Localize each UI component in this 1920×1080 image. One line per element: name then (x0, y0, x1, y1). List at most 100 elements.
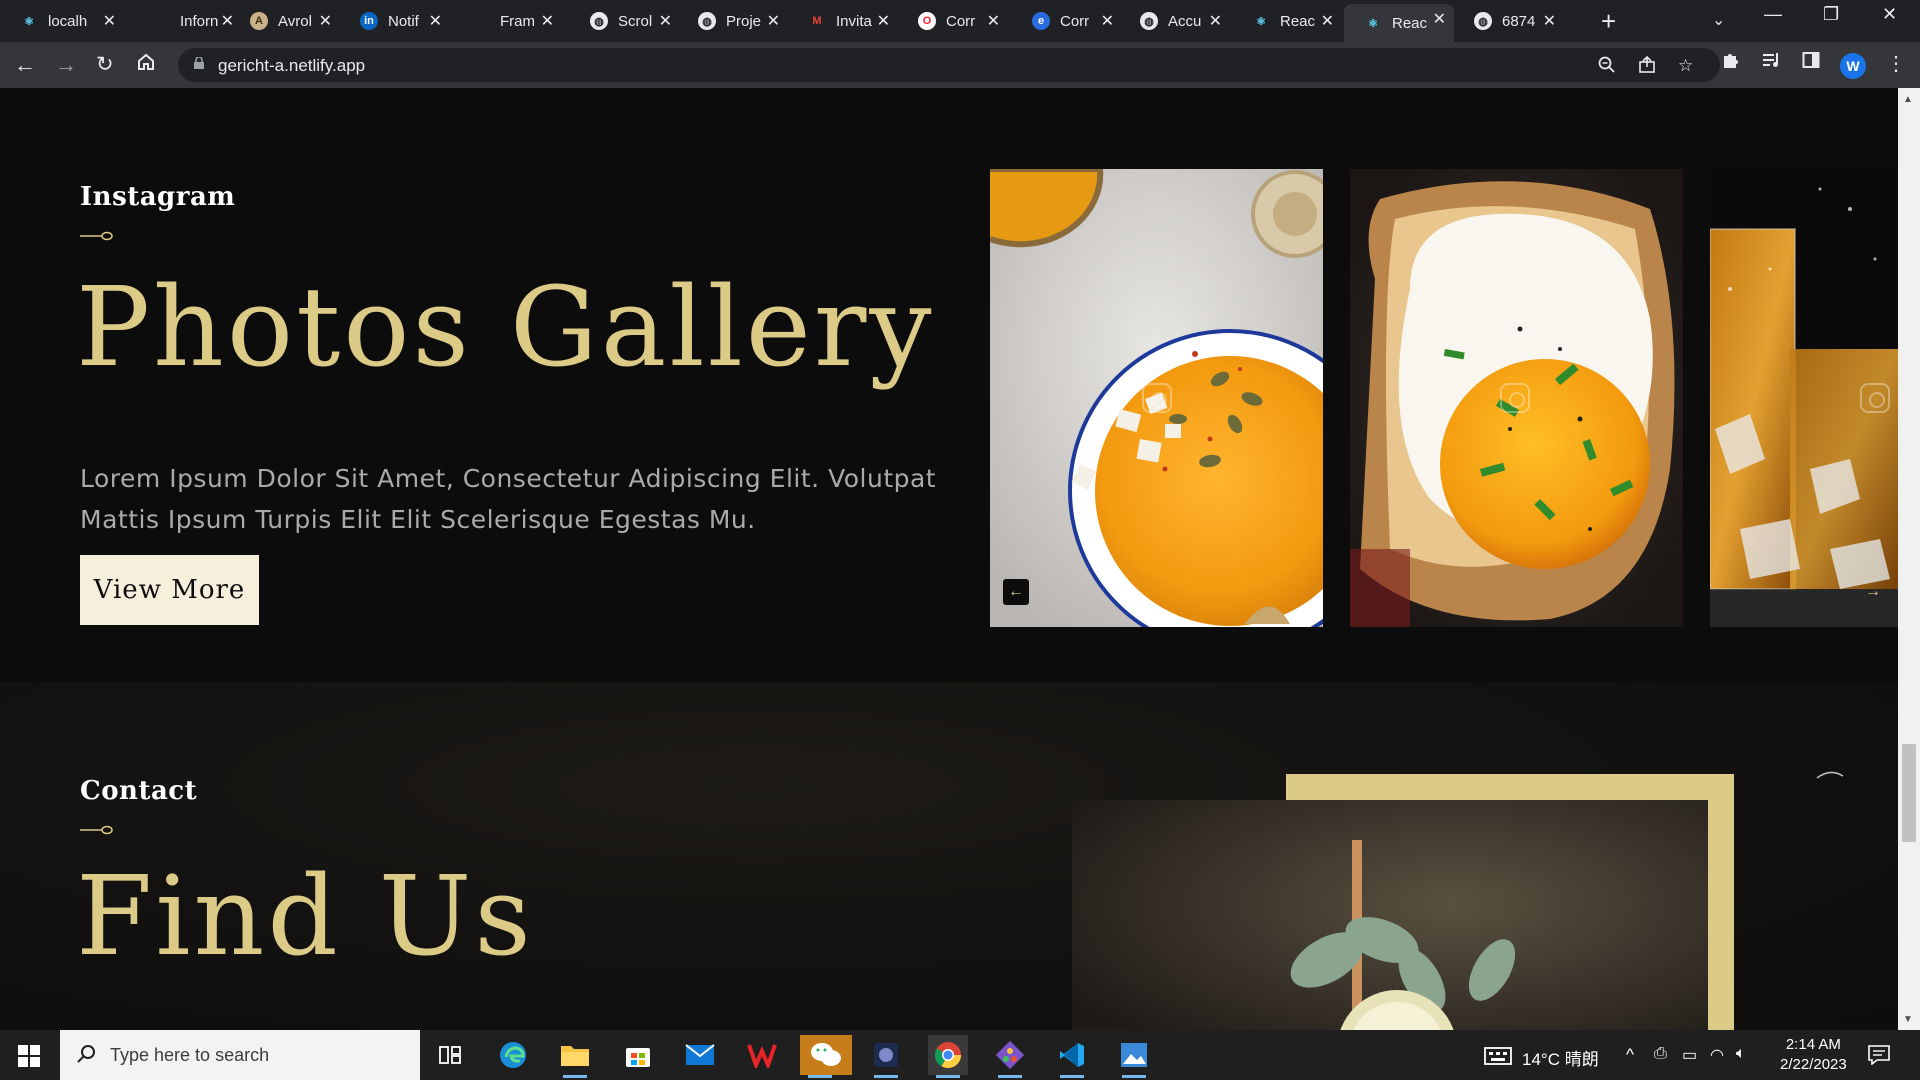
browser-tab[interactable]: Fram ✕ (452, 6, 562, 36)
arrow-right-icon[interactable]: → (1860, 579, 1886, 605)
close-tab-icon[interactable]: ✕ (429, 11, 442, 31)
windows-taskbar: Type here to search 14°C 晴朗 ^ ⎙ ▭ ◠ 🔈︎ 2… (0, 1030, 1920, 1080)
back-arrow-icon[interactable]: ← (14, 52, 36, 78)
gallery-photo-whisky[interactable]: → (1710, 169, 1898, 627)
share-icon[interactable] (1638, 55, 1656, 79)
tab-search-chevron-icon[interactable]: ⌄ (1712, 10, 1725, 30)
kebab-menu-icon[interactable]: ⋮ (1886, 51, 1906, 76)
browser-tab[interactable]: ◍ 6874 ✕ (1454, 6, 1564, 36)
tab-title: Reac (1392, 14, 1428, 32)
profile-avatar[interactable]: W (1840, 53, 1866, 79)
decor-swirl-icon (1816, 771, 1844, 779)
gallery-photo-egg[interactable] (1350, 169, 1683, 627)
scrollbar-thumb[interactable] (1902, 744, 1916, 842)
tab-title: Accu (1168, 12, 1202, 30)
keyboard-icon[interactable] (1484, 1047, 1512, 1065)
device-icon[interactable]: ⎙ (1654, 1045, 1667, 1063)
page-viewport: Instagram Photos Gallery Lorem Ipsum Dol… (0, 88, 1920, 1030)
new-tab-button[interactable]: + (1601, 6, 1616, 37)
wifi-icon[interactable]: ◠ (1710, 1045, 1724, 1065)
react-icon: ⚛ (1368, 17, 1378, 30)
address-bar[interactable]: gericht-a.netlify.app ☆ (178, 48, 1720, 82)
gmail-icon: M (812, 15, 822, 27)
side-panel-icon[interactable] (1802, 51, 1820, 74)
close-tab-icon[interactable]: ✕ (877, 11, 890, 31)
close-tab-icon[interactable]: ✕ (767, 11, 780, 31)
opera-icon: O (918, 12, 936, 30)
taskbar-search[interactable]: Type here to search (60, 1030, 420, 1080)
react-icon: ⚛ (24, 15, 34, 28)
tab-title: Fram (500, 12, 535, 30)
close-tab-icon[interactable]: ✕ (319, 11, 332, 31)
reload-icon[interactable]: ↻ (96, 52, 114, 77)
gallery-section: Instagram Photos Gallery Lorem Ipsum Dol… (0, 88, 1898, 682)
task-view-icon[interactable] (430, 1035, 470, 1075)
system-clock[interactable]: 2:14 AM 2/22/2023 (1780, 1035, 1847, 1075)
browser-tab[interactable]: ⚛ Reac ✕ (1232, 6, 1342, 36)
browser-tab[interactable]: ◍ Proje ✕ (678, 6, 788, 36)
tab-title: Corr (1060, 12, 1090, 30)
gallery-photo-soup[interactable]: ← (990, 169, 1323, 627)
chrome-app-icon[interactable] (928, 1035, 968, 1078)
blank-icon (472, 12, 490, 30)
browser-tab[interactable]: ⚛ localh ✕ (0, 6, 124, 36)
wps-office-icon[interactable] (742, 1035, 782, 1075)
globe-icon: ◍ (590, 12, 608, 30)
media-queue-icon[interactable] (1762, 51, 1782, 74)
vscode-app-icon[interactable] (1052, 1035, 1092, 1078)
notifications-icon[interactable] (1868, 1045, 1890, 1065)
weather-status[interactable]: 14°C 晴朗 (1522, 1045, 1599, 1070)
tab-title: Reac (1280, 12, 1316, 30)
gallery-description: Lorem Ipsum Dolor Sit Amet, Consectetur … (80, 464, 937, 534)
browser-tab[interactable]: in Notif ✕ (340, 6, 450, 36)
view-more-button[interactable]: View More (80, 555, 259, 625)
browser-tab[interactable]: ◍ Accu ✕ (1120, 6, 1230, 36)
photos-app-icon[interactable] (1114, 1035, 1154, 1078)
browser-tab[interactable]: Inforn ✕ (132, 6, 242, 36)
instagram-icon (1142, 383, 1172, 413)
extensions-puzzle-icon[interactable] (1722, 51, 1740, 74)
url-text[interactable]: gericht-a.netlify.app (218, 56, 365, 76)
forward-arrow-icon[interactable]: → (55, 52, 77, 78)
close-tab-icon[interactable]: ✕ (1209, 11, 1222, 31)
arrow-left-icon[interactable]: ← (1003, 579, 1029, 605)
browser-tab[interactable]: A Avrol ✕ (230, 6, 340, 36)
close-tab-icon[interactable]: ✕ (659, 11, 672, 31)
mail-app-icon[interactable] (680, 1035, 720, 1075)
windows-start-icon[interactable] (18, 1045, 40, 1067)
close-window-icon[interactable]: ✕ (1882, 4, 1897, 25)
close-tab-icon[interactable]: ✕ (1433, 9, 1446, 29)
battery-icon[interactable]: ▭ (1682, 1045, 1697, 1065)
close-tab-icon[interactable]: ✕ (1543, 11, 1556, 31)
scroll-up-icon[interactable]: ▲ (1903, 94, 1913, 105)
browser-tab[interactable]: ⚛ Reac ✕ (1344, 4, 1454, 42)
file-explorer-icon[interactable] (555, 1035, 595, 1078)
bookmark-star-icon[interactable]: ☆ (1678, 56, 1693, 76)
minimize-icon[interactable]: — (1764, 4, 1782, 25)
volume-icon[interactable]: 🔈︎ (1736, 1045, 1746, 1063)
close-tab-icon[interactable]: ✕ (1321, 11, 1334, 31)
spoon-divider-icon (80, 825, 113, 835)
show-hidden-icons-chevron-icon[interactable]: ^ (1626, 1045, 1634, 1065)
browser-tab[interactable]: e Corr ✕ (1012, 6, 1122, 36)
tab-title: Inforn (180, 12, 219, 30)
scroll-down-icon[interactable]: ▼ (1903, 1014, 1913, 1025)
browser-tab[interactable]: M Invita ✕ (788, 6, 898, 36)
github-desktop-icon[interactable] (866, 1035, 906, 1078)
wechat-app-icon[interactable] (800, 1035, 852, 1078)
git-app-icon[interactable] (990, 1035, 1030, 1078)
close-tab-icon[interactable]: ✕ (103, 11, 116, 31)
lock-icon (194, 57, 204, 69)
browser-tab[interactable]: ◍ Scrol ✕ (570, 6, 680, 36)
page-scrollbar[interactable]: ▲ ▼ (1898, 88, 1920, 1030)
close-tab-icon[interactable]: ✕ (541, 11, 554, 31)
close-tab-icon[interactable]: ✕ (987, 11, 1000, 31)
zoom-icon[interactable] (1598, 56, 1616, 79)
close-tab-icon[interactable]: ✕ (1101, 11, 1114, 31)
store-app-icon[interactable] (618, 1035, 658, 1075)
restore-icon[interactable]: ❐ (1823, 4, 1839, 25)
home-icon[interactable] (136, 52, 156, 78)
contact-title: Find Us (76, 852, 534, 980)
browser-tab[interactable]: O Corr ✕ (898, 6, 1008, 36)
edge-app-icon[interactable] (493, 1035, 533, 1075)
